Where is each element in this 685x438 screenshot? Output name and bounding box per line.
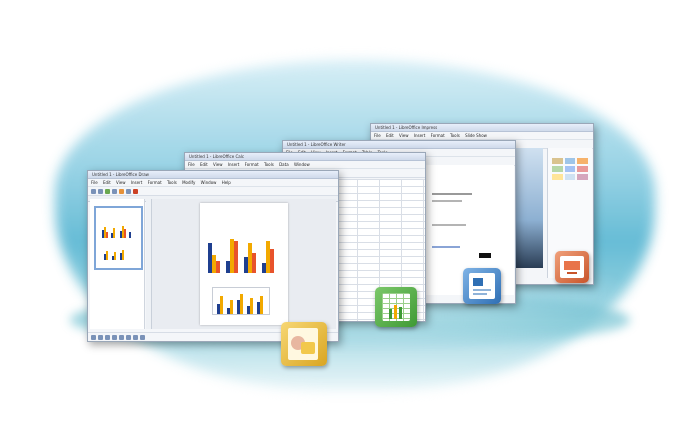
draw-menubar: File Edit View Insert Format Tools Modif…: [88, 179, 338, 187]
menu-item[interactable]: Insert: [131, 180, 142, 185]
toolbar-icon[interactable]: [133, 334, 138, 340]
menu-item[interactable]: Slide Show: [465, 133, 487, 138]
menu-item[interactable]: View: [213, 162, 223, 167]
calc-titlebar: Untitled 1 - LibreOffice Calc: [185, 153, 425, 161]
menu-item[interactable]: Tools: [450, 133, 460, 138]
toolbar-icon[interactable]: [112, 334, 117, 340]
menu-item[interactable]: Edit: [103, 180, 111, 185]
draw-window[interactable]: Untitled 1 - LibreOffice Draw File Edit …: [87, 170, 339, 342]
menu-item[interactable]: View: [399, 133, 409, 138]
draw-page[interactable]: [200, 203, 288, 325]
toolbar-icon[interactable]: [98, 334, 103, 340]
menu-item[interactable]: File: [91, 180, 98, 185]
menu-item[interactable]: Tools: [264, 162, 274, 167]
menu-item[interactable]: Edit: [386, 133, 394, 138]
toolbar-icon[interactable]: [126, 334, 131, 340]
draw-app-icon[interactable]: [281, 322, 327, 366]
draw-toolbar: [88, 187, 338, 196]
calc-menubar: File Edit View Insert Format Tools Data …: [185, 161, 425, 169]
bar-chart-small[interactable]: [212, 287, 270, 315]
writer-titlebar: Untitled 1 - LibreOffice Writer: [283, 141, 515, 149]
toolbar-icon[interactable]: [105, 188, 110, 194]
draw-titlebar: Untitled 1 - LibreOffice Draw: [88, 171, 338, 179]
menu-item[interactable]: Format: [431, 133, 445, 138]
toolbar-icon[interactable]: [126, 188, 131, 194]
menu-item[interactable]: File: [188, 162, 195, 167]
menu-item[interactable]: Help: [222, 180, 231, 185]
draw-canvas: [152, 199, 336, 329]
toolbar-icon[interactable]: [119, 334, 124, 340]
writer-app-icon[interactable]: [463, 268, 501, 304]
toolbar-icon[interactable]: [133, 188, 138, 194]
toolbar-icon[interactable]: [140, 334, 145, 340]
menu-item[interactable]: File: [374, 133, 381, 138]
menu-item[interactable]: Format: [245, 162, 259, 167]
menu-item[interactable]: Modify: [182, 180, 195, 185]
menu-item[interactable]: Window: [201, 180, 217, 185]
menu-item[interactable]: View: [116, 180, 126, 185]
toolbar-icon[interactable]: [91, 334, 96, 340]
calc-app-icon[interactable]: [375, 287, 417, 327]
menu-item[interactable]: Data: [279, 162, 289, 167]
bar-chart-large[interactable]: [206, 233, 278, 273]
menu-item[interactable]: Insert: [414, 133, 425, 138]
toolbar-icon[interactable]: [91, 188, 96, 194]
menu-item[interactable]: Format: [148, 180, 162, 185]
impress-menubar: File Edit View Insert Format Tools Slide…: [371, 132, 593, 140]
impress-app-icon[interactable]: [555, 251, 589, 283]
toolbar-icon[interactable]: [98, 188, 103, 194]
impress-titlebar: Untitled 1 - LibreOffice Impress: [371, 124, 593, 132]
menu-item[interactable]: Window: [294, 162, 310, 167]
toolbar-icon[interactable]: [112, 188, 117, 194]
toolbar-icon[interactable]: [119, 188, 124, 194]
menu-item[interactable]: Edit: [200, 162, 208, 167]
page-thumbnail[interactable]: [94, 206, 143, 270]
menu-item[interactable]: Insert: [228, 162, 239, 167]
draw-pages-pane: [90, 199, 145, 329]
toolbar-icon[interactable]: [105, 334, 110, 340]
menu-item[interactable]: Tools: [167, 180, 177, 185]
